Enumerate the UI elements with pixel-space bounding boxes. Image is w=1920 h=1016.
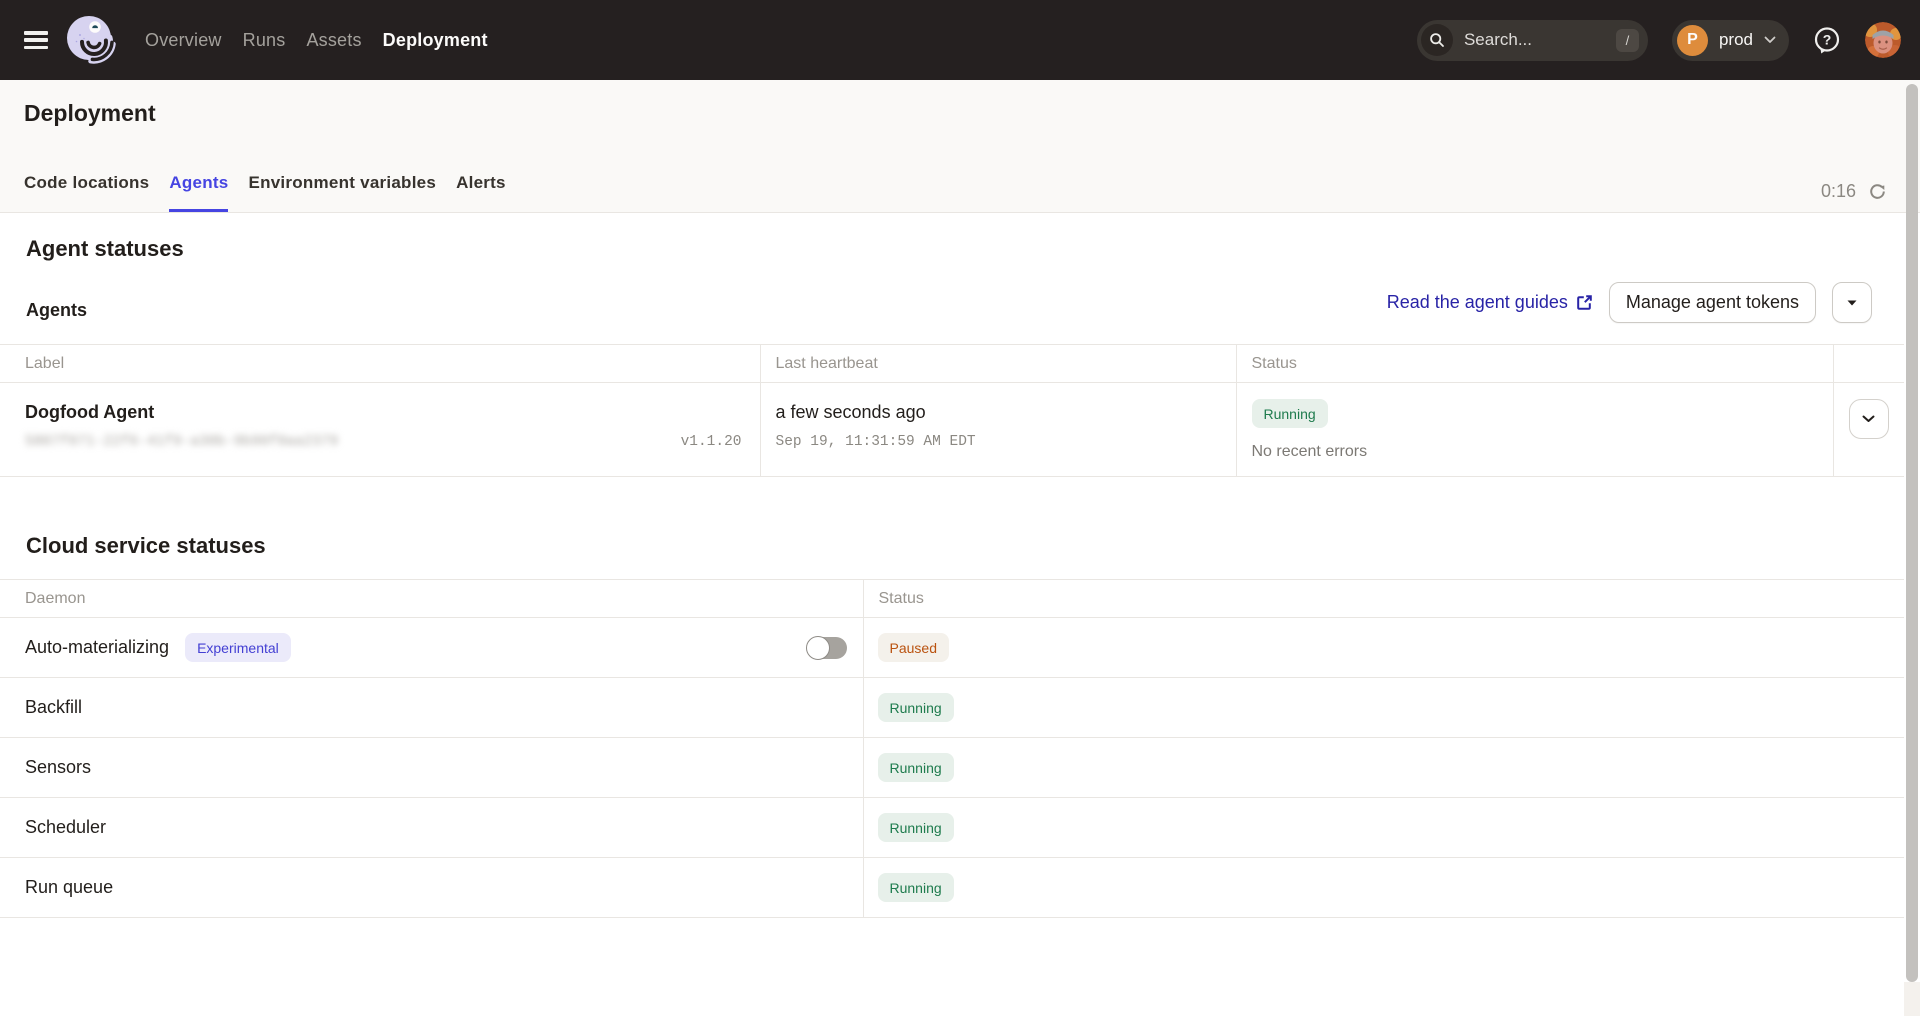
service-row-auto-materializing: Auto-materializing Experimental Paused xyxy=(0,618,1904,678)
agent-tokens-menu-button[interactable] xyxy=(1832,282,1872,323)
services-table-header-row: Daemon Status xyxy=(0,580,1904,618)
agents-toolbar: Agents Read the agent guides Manage agen… xyxy=(26,282,1872,323)
menu-icon[interactable] xyxy=(24,29,48,51)
search-input[interactable]: Search... / xyxy=(1417,20,1648,61)
service-status-badge: Paused xyxy=(878,633,949,662)
heartbeat-relative: a few seconds ago xyxy=(776,402,1222,423)
agent-expand-cell xyxy=(1833,383,1904,477)
auto-materializing-toggle[interactable] xyxy=(807,637,847,659)
tab-environment-variables[interactable]: Environment variables xyxy=(248,173,436,212)
daemon-cell: Scheduler xyxy=(0,798,863,858)
agent-status-cell: Running No recent errors xyxy=(1236,383,1833,477)
nav-runs[interactable]: Runs xyxy=(243,29,286,51)
agents-actions: Read the agent guides Manage agent token… xyxy=(1387,282,1872,323)
scrollbar xyxy=(1904,80,1920,1016)
nav-overview[interactable]: Overview xyxy=(145,29,222,51)
column-header-expand xyxy=(1833,345,1904,383)
column-header-service-status: Status xyxy=(863,580,1904,618)
service-status-cell: Running xyxy=(863,678,1904,738)
help-icon[interactable]: ? xyxy=(1813,26,1841,55)
agent-statuses-heading: Agent statuses xyxy=(26,235,1920,262)
agent-expand-button[interactable] xyxy=(1849,399,1889,439)
agents-table: Label Last heartbeat Status Dogfood Agen… xyxy=(0,344,1904,477)
heartbeat-timestamp: Sep 19, 11:31:59 AM EDT xyxy=(776,434,1222,450)
cloud-service-statuses-heading: Cloud service statuses xyxy=(26,532,1920,559)
search-placeholder: Search... xyxy=(1464,30,1616,50)
tab-agents[interactable]: Agents xyxy=(169,173,228,212)
nav-assets[interactable]: Assets xyxy=(306,29,361,51)
external-link-icon xyxy=(1576,294,1593,311)
top-navigation-bar: Overview Runs Assets Deployment Search..… xyxy=(0,0,1920,80)
service-status-badge: Running xyxy=(878,753,954,782)
svg-text:?: ? xyxy=(1823,31,1832,47)
daemon-name: Auto-materializing xyxy=(25,637,169,658)
agent-status-badge: Running xyxy=(1252,399,1328,428)
search-shortcut-key: / xyxy=(1616,29,1639,52)
tab-bar: Code locations Agents Environment variab… xyxy=(24,173,1920,212)
agents-table-header-row: Label Last heartbeat Status xyxy=(0,345,1904,383)
search-icon xyxy=(1421,24,1453,56)
page-header: Deployment Code locations Agents Environ… xyxy=(0,80,1920,213)
agent-errors: No recent errors xyxy=(1252,443,1819,461)
service-status-badge: Running xyxy=(878,873,954,902)
chevron-down-icon xyxy=(1764,36,1776,44)
service-status-cell: Running xyxy=(863,858,1904,918)
topbar-right-cluster: Search... / P prod ? xyxy=(1417,20,1901,61)
user-avatar[interactable] xyxy=(1865,22,1901,58)
manage-agent-tokens-button[interactable]: Manage agent tokens xyxy=(1609,282,1816,323)
daemon-name: Run queue xyxy=(25,877,113,897)
dagster-logo[interactable] xyxy=(64,13,116,67)
agent-heartbeat-cell: a few seconds ago Sep 19, 11:31:59 AM ED… xyxy=(760,383,1236,477)
agent-id-redacted: 5807f071-22f6-41f9-a30b-9b90f0aa2379 xyxy=(25,434,338,450)
agent-guides-link-label: Read the agent guides xyxy=(1387,292,1568,313)
agent-guides-link[interactable]: Read the agent guides xyxy=(1387,292,1593,313)
daemon-name: Sensors xyxy=(25,757,91,777)
primary-nav: Overview Runs Assets Deployment xyxy=(145,29,488,51)
service-status-badge: Running xyxy=(878,693,954,722)
service-row-scheduler: Scheduler Running xyxy=(0,798,1904,858)
deployment-initial-badge: P xyxy=(1677,25,1708,56)
page-title: Deployment xyxy=(24,100,1920,127)
service-status-badge: Running xyxy=(878,813,954,842)
daemon-name: Scheduler xyxy=(25,817,106,837)
daemon-cell: Backfill xyxy=(0,678,863,738)
main-content: Agent statuses Agents Read the agent gui… xyxy=(0,235,1920,918)
column-header-heartbeat: Last heartbeat xyxy=(760,345,1236,383)
nav-deployment[interactable]: Deployment xyxy=(383,29,488,51)
deployment-switcher[interactable]: P prod xyxy=(1672,20,1789,61)
service-status-cell: Running xyxy=(863,738,1904,798)
column-header-label: Label xyxy=(0,345,760,383)
cloud-services-table: Daemon Status Auto-materializing Experim… xyxy=(0,579,1904,918)
column-header-daemon: Daemon xyxy=(0,580,863,618)
agent-label-cell: Dogfood Agent 5807f071-22f6-41f9-a30b-9b… xyxy=(0,383,760,477)
refresh-cluster: 0:16 xyxy=(1821,181,1886,202)
daemon-cell: Sensors xyxy=(0,738,863,798)
agent-name: Dogfood Agent xyxy=(25,402,742,423)
service-status-cell: Running xyxy=(863,798,1904,858)
agents-subheading: Agents xyxy=(26,300,87,321)
deployment-name: prod xyxy=(1719,30,1753,50)
daemon-cell: Auto-materializing Experimental xyxy=(0,618,863,678)
agent-version: v1.1.20 xyxy=(681,434,742,450)
experimental-badge: Experimental xyxy=(185,633,291,662)
caret-down-icon xyxy=(1847,300,1857,306)
scrollbar-track xyxy=(1904,982,1920,1016)
tab-code-locations[interactable]: Code locations xyxy=(24,173,149,212)
service-row-sensors: Sensors Running xyxy=(0,738,1904,798)
refresh-icon[interactable] xyxy=(1869,183,1886,200)
service-row-backfill: Backfill Running xyxy=(0,678,1904,738)
chevron-down-icon xyxy=(1862,415,1875,423)
agent-row: Dogfood Agent 5807f071-22f6-41f9-a30b-9b… xyxy=(0,383,1904,477)
daemon-name: Backfill xyxy=(25,697,82,717)
refresh-countdown: 0:16 xyxy=(1821,181,1856,202)
tab-alerts[interactable]: Alerts xyxy=(456,173,506,212)
column-header-status: Status xyxy=(1236,345,1833,383)
scrollbar-thumb[interactable] xyxy=(1906,84,1918,982)
daemon-cell: Run queue xyxy=(0,858,863,918)
service-status-cell: Paused xyxy=(863,618,1904,678)
service-row-run-queue: Run queue Running xyxy=(0,858,1904,918)
